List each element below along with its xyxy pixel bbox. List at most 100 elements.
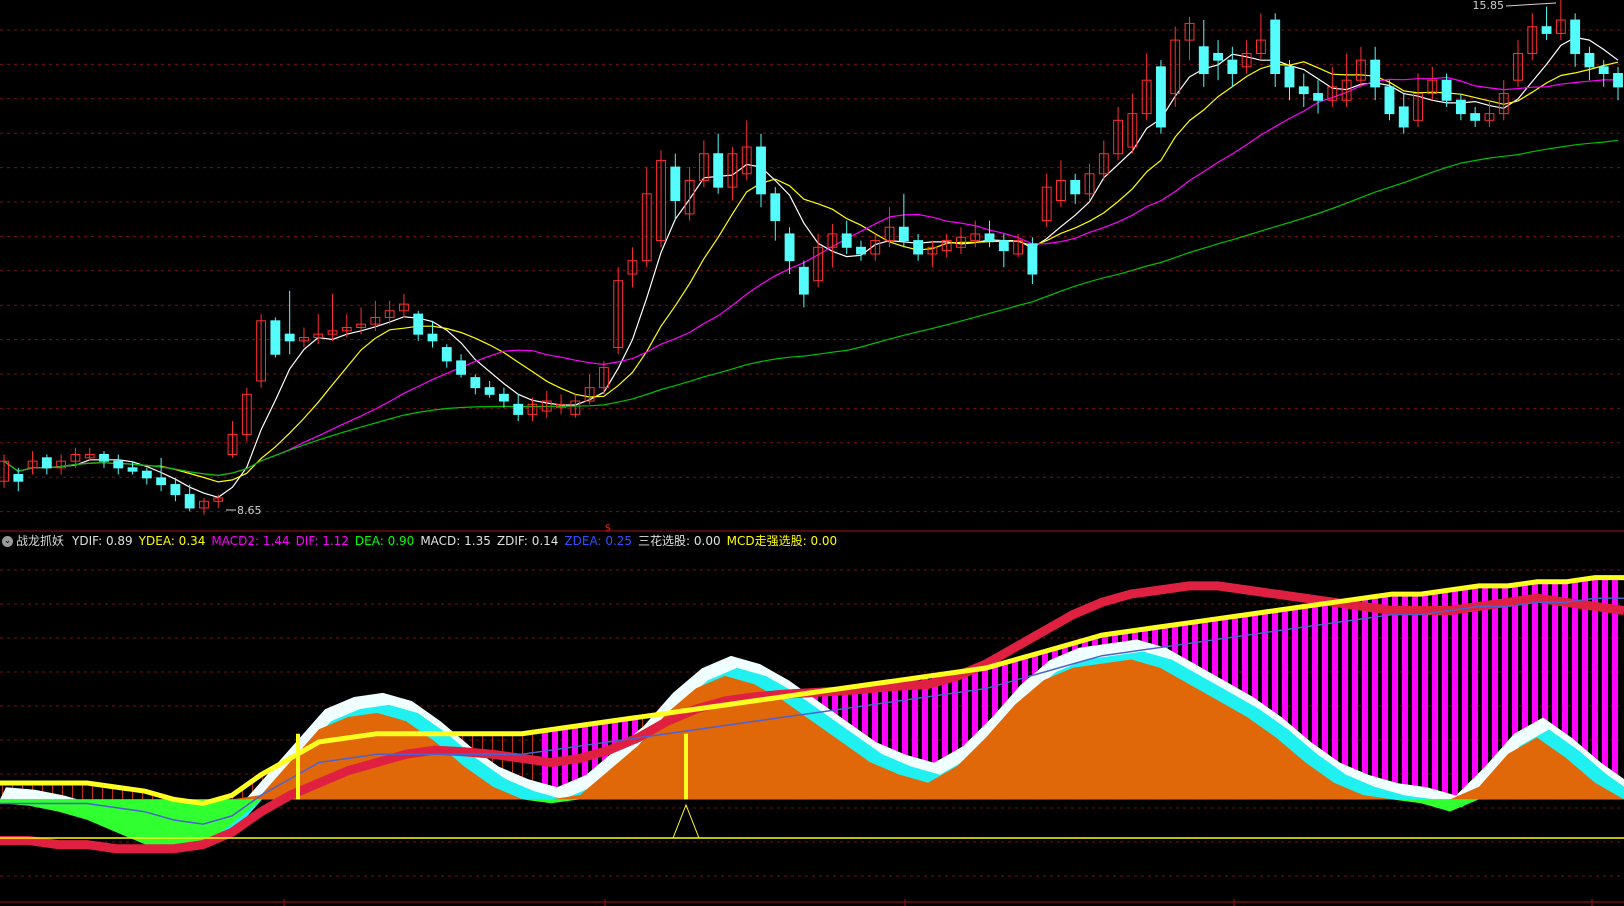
candle-down xyxy=(998,233,1009,268)
ma5-line xyxy=(3,36,1619,498)
ma20-line xyxy=(3,76,1618,477)
candle-down xyxy=(1070,173,1081,204)
signal-triangle xyxy=(672,803,700,839)
legend-item: ZDIF: 0.14 xyxy=(496,534,559,548)
candle-up xyxy=(1498,80,1509,121)
legend-item: DEA: 0.90 xyxy=(354,534,415,548)
candle-down xyxy=(984,220,995,248)
candle-down xyxy=(756,133,766,208)
candle-down xyxy=(770,187,781,241)
candle-body xyxy=(99,453,109,462)
candle-down xyxy=(470,374,481,395)
candle-up xyxy=(541,390,552,418)
candle-up xyxy=(1341,53,1352,107)
candle-up xyxy=(1555,0,1566,41)
candle-down xyxy=(1227,46,1238,87)
candle-body xyxy=(1455,99,1466,115)
candle-body xyxy=(284,333,295,342)
histogram-bar xyxy=(1392,594,1398,800)
candle-body xyxy=(841,233,852,248)
candle-body xyxy=(770,193,781,222)
candle-body xyxy=(1370,59,1381,88)
candle-body xyxy=(41,457,52,469)
histogram-bar xyxy=(1382,595,1388,800)
candle-body xyxy=(513,403,524,415)
candle-down xyxy=(1470,106,1481,127)
legend-item: DIF: 1.12 xyxy=(295,534,349,548)
candle-body xyxy=(1156,66,1166,128)
candle-body xyxy=(441,347,452,362)
candle-body xyxy=(270,320,281,355)
candle-up xyxy=(227,421,238,458)
high-price-pointer xyxy=(1505,2,1557,7)
candle-up xyxy=(84,447,95,462)
candle-up xyxy=(627,247,638,288)
candle-body xyxy=(898,226,909,242)
candle-down xyxy=(1398,93,1409,134)
candle-down xyxy=(413,310,424,341)
candle-body xyxy=(1298,86,1309,95)
ma60-line xyxy=(3,139,1619,477)
high-price-label: 15.85 xyxy=(1473,0,1505,12)
candle-up xyxy=(327,294,338,341)
candle-body xyxy=(998,240,1009,252)
candle-body xyxy=(1398,106,1409,128)
candle-body xyxy=(784,233,795,262)
candle-up xyxy=(927,240,938,268)
candle-up xyxy=(56,454,67,475)
signal-bar xyxy=(296,733,300,800)
candle-down xyxy=(1570,13,1581,67)
histogram-bar xyxy=(1372,596,1378,800)
ma10-line xyxy=(3,61,1619,483)
histogram-bar xyxy=(1362,598,1368,800)
candle-body xyxy=(1027,243,1038,275)
candle-up xyxy=(956,227,966,254)
candlesticks[interactable] xyxy=(0,0,1623,515)
candle-down xyxy=(441,344,452,368)
candle-down xyxy=(713,133,724,194)
candle-up xyxy=(1413,73,1423,127)
candle-body xyxy=(484,387,495,395)
candle-up xyxy=(613,267,624,355)
price-grid xyxy=(0,29,1624,513)
candle-body xyxy=(413,313,424,335)
candle-down xyxy=(898,193,909,248)
candle-down xyxy=(1455,93,1466,121)
histogram-bar xyxy=(1472,586,1478,800)
candle-up xyxy=(1127,93,1138,154)
candle-down xyxy=(41,454,52,475)
moving-average-lines xyxy=(3,36,1619,498)
candle-body xyxy=(856,246,866,255)
candle-down xyxy=(1541,6,1552,41)
candle-body xyxy=(1284,66,1295,88)
candle-up xyxy=(556,394,566,415)
candle-body xyxy=(13,474,24,482)
candle-body xyxy=(113,460,124,469)
candle-body xyxy=(427,333,438,342)
indicator-plot[interactable] xyxy=(0,575,1624,854)
histogram-bar xyxy=(1402,594,1408,800)
candle-up xyxy=(27,451,38,475)
candle-up xyxy=(698,140,709,188)
candle-body xyxy=(470,377,481,389)
indicator-legend: ⌄ 战龙抓妖 YDIF: 0.89 YDEA: 0.34 MACD2: 1.44 DIF:… xyxy=(0,531,843,551)
candle-down xyxy=(798,260,809,308)
candle-up xyxy=(1427,66,1438,101)
candle-up xyxy=(1527,13,1538,61)
candle-up xyxy=(941,233,952,258)
candle-body xyxy=(756,146,766,195)
candle-down xyxy=(1298,73,1309,107)
candle-down xyxy=(1613,66,1623,101)
candle-down xyxy=(1598,60,1609,87)
candle-body xyxy=(1570,19,1581,54)
legend-item: MCD走强选股: 0.00 xyxy=(726,534,838,548)
candle-body xyxy=(1270,19,1281,75)
candle-up xyxy=(1184,16,1195,61)
legend-item: MACD: 1.35 xyxy=(420,534,491,548)
candle-body xyxy=(1441,79,1452,101)
candle-body xyxy=(713,153,724,188)
circle-chevron-down-icon[interactable]: ⌄ xyxy=(2,536,13,547)
candle-down xyxy=(1313,80,1323,114)
stock-chart[interactable]: 15.85 8.65 $ xyxy=(0,0,1624,906)
candle-down xyxy=(1156,60,1166,134)
